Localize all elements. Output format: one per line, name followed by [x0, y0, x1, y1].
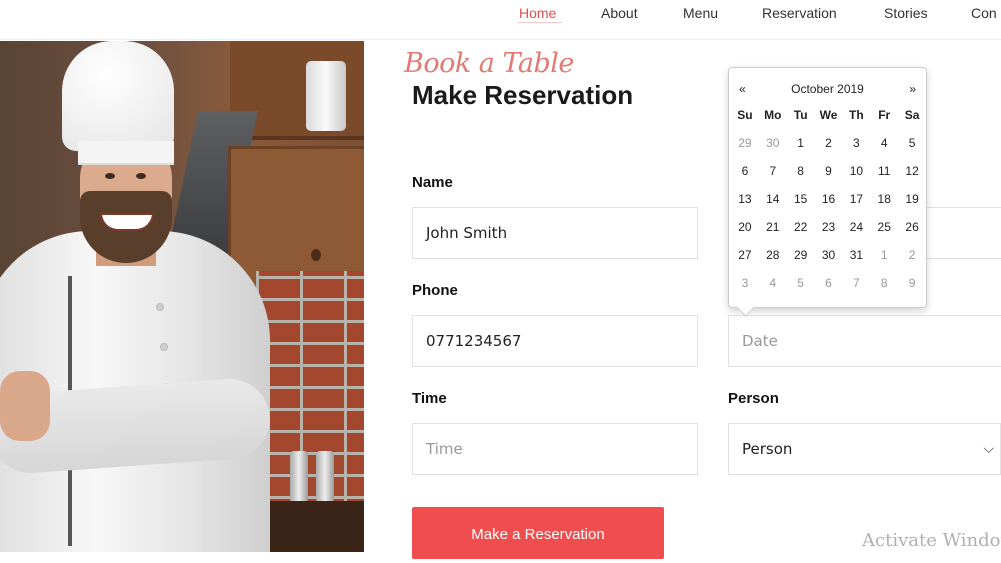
calendar-day[interactable]: 24	[842, 220, 870, 248]
chef-hat-band	[78, 141, 174, 165]
top-navigation: Home About Menu Reservation Stories Con	[0, 0, 1001, 40]
time-input[interactable]: Time	[412, 423, 698, 475]
nav-contact[interactable]: Con	[971, 5, 997, 21]
calendar-day[interactable]: 23	[815, 220, 843, 248]
jacket-button	[156, 303, 164, 311]
weekday-label: Tu	[793, 108, 808, 122]
calendar-day[interactable]: 25	[870, 220, 898, 248]
cabinet-knob	[311, 249, 321, 261]
next-month-button[interactable]: »	[909, 82, 916, 96]
calendar-day[interactable]: 6	[731, 164, 759, 192]
person-select[interactable]: Person ⌵	[728, 423, 1001, 475]
calendar-day[interactable]: 2	[815, 136, 843, 164]
make-reservation-button[interactable]: Make a Reservation	[412, 507, 664, 559]
calendar-week-row: 13 14 15 16 17 18 19	[731, 192, 926, 220]
calendar-day[interactable]: 11	[870, 164, 898, 192]
nav-reservation[interactable]: Reservation	[762, 5, 837, 21]
section-subheading: Book a Table	[404, 48, 574, 79]
calendar-week-row: 27 28 29 30 31 1 2	[731, 248, 926, 276]
calendar-day[interactable]: 3	[842, 136, 870, 164]
date-input[interactable]: Date	[728, 315, 1001, 367]
calendar-day[interactable]: 27	[731, 248, 759, 276]
datepicker-header: « October 2019 »	[729, 82, 926, 98]
calendar-day[interactable]: 2	[898, 248, 926, 276]
bottle	[290, 451, 308, 501]
calendar-day[interactable]: 13	[731, 192, 759, 220]
calendar-day[interactable]: 30	[759, 136, 787, 164]
datepicker-month-label[interactable]: October 2019	[729, 82, 926, 96]
calendar-day[interactable]: 29	[787, 248, 815, 276]
nav-about[interactable]: About	[601, 5, 638, 21]
brick-wall	[256, 271, 364, 521]
calendar-day[interactable]: 19	[898, 192, 926, 220]
calendar-day[interactable]: 18	[870, 192, 898, 220]
calendar-day[interactable]: 22	[787, 220, 815, 248]
jacket-button	[160, 343, 168, 351]
calendar-day[interactable]: 14	[759, 192, 787, 220]
section-title: Make Reservation	[412, 80, 634, 110]
calendar-day[interactable]: 1	[870, 248, 898, 276]
chef-eye	[136, 173, 146, 179]
name-input[interactable]: John Smith	[412, 207, 698, 259]
calendar-day[interactable]: 10	[842, 164, 870, 192]
calendar-day[interactable]: 7	[759, 164, 787, 192]
datepicker-popup: « October 2019 » Su Mo Tu We Th Fr Sa 29 30 1 2 3 4 5…	[728, 67, 927, 317]
calendar-day[interactable]: 31	[842, 248, 870, 276]
weekday-label: Fr	[878, 108, 891, 122]
calendar-day[interactable]: 5	[787, 276, 815, 304]
activate-windows-watermark: Activate Windows	[862, 530, 1001, 551]
nav-active-underline	[518, 22, 562, 23]
chevron-down-icon: ⌵	[983, 441, 994, 457]
weekday-header-row: Su Mo Tu We Th Fr Sa	[731, 108, 926, 136]
phone-label: Phone	[412, 282, 458, 299]
nav-stories[interactable]: Stories	[884, 5, 928, 21]
calendar-day[interactable]: 12	[898, 164, 926, 192]
nav-menu[interactable]: Menu	[683, 5, 718, 21]
calendar-day[interactable]: 8	[870, 276, 898, 304]
name-label: Name	[412, 174, 453, 191]
calendar-day[interactable]: 21	[759, 220, 787, 248]
time-label: Time	[412, 390, 447, 407]
chef-eye	[105, 173, 115, 179]
calendar-day[interactable]: 9	[898, 276, 926, 304]
chef-photo	[0, 41, 364, 552]
calendar-day[interactable]: 28	[759, 248, 787, 276]
calendar-day[interactable]: 7	[842, 276, 870, 304]
calendar-day[interactable]: 1	[787, 136, 815, 164]
calendar-day[interactable]: 15	[787, 192, 815, 220]
weekday-label: Su	[737, 108, 753, 122]
weekday-label: Mo	[764, 108, 782, 122]
calendar-day[interactable]: 17	[842, 192, 870, 220]
calendar-day[interactable]: 4	[870, 136, 898, 164]
calendar-day[interactable]: 5	[898, 136, 926, 164]
person-selected-value: Person	[742, 440, 793, 458]
chef-hat	[62, 41, 174, 151]
glass-jar	[306, 61, 346, 131]
weekday-label: Sa	[904, 108, 920, 122]
weekday-label: We	[819, 108, 838, 122]
calendar-day[interactable]: 29	[731, 136, 759, 164]
calendar-week-row: 29 30 1 2 3 4 5	[731, 136, 926, 164]
calendar-day[interactable]: 20	[731, 220, 759, 248]
calendar-day[interactable]: 26	[898, 220, 926, 248]
calendar-day[interactable]: 30	[815, 248, 843, 276]
bottle	[316, 451, 334, 501]
phone-input[interactable]: 0771234567	[412, 315, 698, 367]
weekday-label: Th	[849, 108, 864, 122]
calendar-week-row: 20 21 22 23 24 25 26	[731, 220, 926, 248]
calendar-day[interactable]: 6	[815, 276, 843, 304]
calendar-day[interactable]: 4	[759, 276, 787, 304]
datepicker-grid: Su Mo Tu We Th Fr Sa 29 30 1 2 3 4 5 6 7 8 9 10 11 12 13 14 15 1…	[731, 108, 926, 304]
person-label: Person	[728, 390, 779, 407]
calendar-day[interactable]: 8	[787, 164, 815, 192]
calendar-week-row: 6 7 8 9 10 11 12	[731, 164, 926, 192]
nav-home[interactable]: Home	[519, 5, 556, 21]
calendar-week-row: 3456789	[731, 276, 926, 304]
calendar-day[interactable]: 16	[815, 192, 843, 220]
calendar-day[interactable]: 9	[815, 164, 843, 192]
chef-hand	[0, 371, 50, 441]
